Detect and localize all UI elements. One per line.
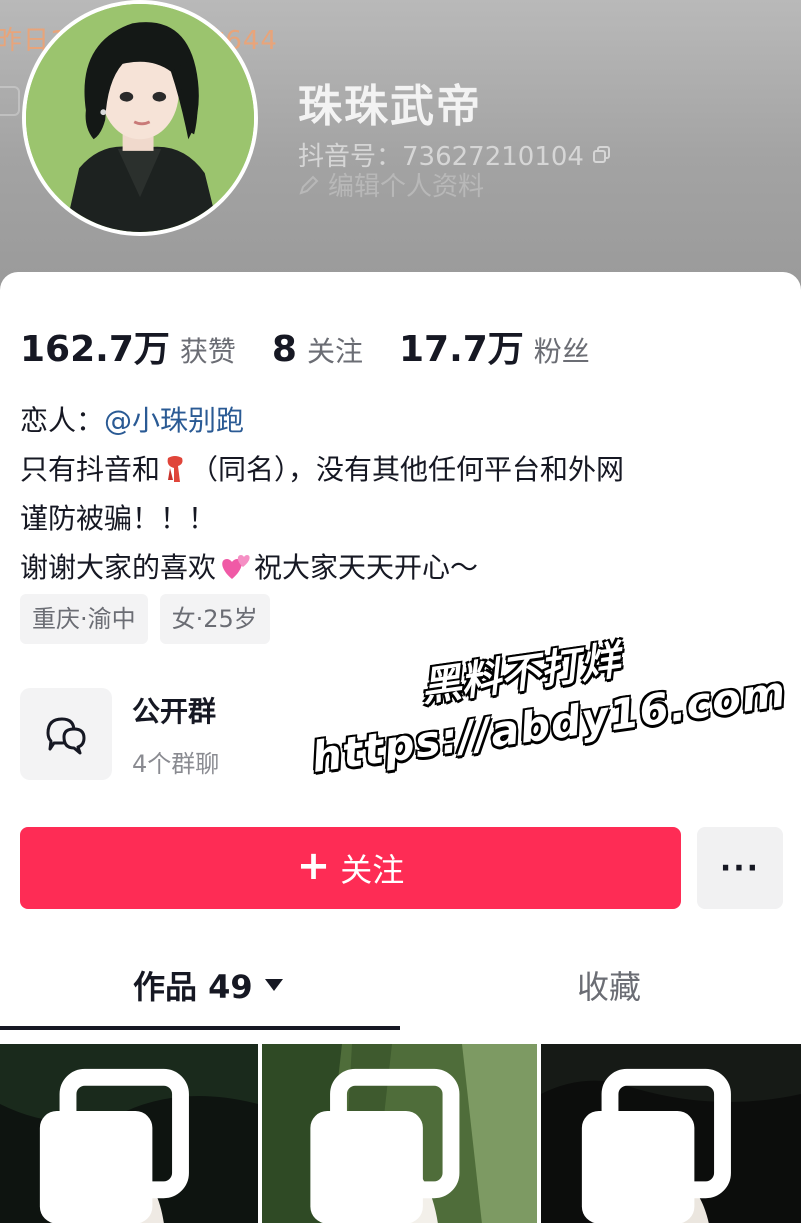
followers-count[interactable]: 17.7万 [399,320,524,372]
multi-image-icon [581,1068,731,1223]
tab-works[interactable]: 作品 49 [133,962,283,1008]
nickname: 珠珠武帝 [298,81,482,132]
plus-icon: + [296,843,331,889]
video-thumbnail[interactable] [262,1044,537,1223]
location-tag: 重庆·渝中 [20,594,148,644]
multi-image-icon [39,1068,189,1223]
bio-line-platform: 只有抖音和 （同名），没有其他任何平台和外网 [20,445,624,494]
partner-mention-link[interactable]: @小珠别跑 [104,404,244,437]
bio-platform-b: （同名），没有其他任何平台和外网 [190,453,625,486]
likes-label: 获赞 [179,335,236,368]
group-title: 公开群 [132,694,217,728]
profile-header: 昨日1万+，互动数644 [0,0,801,290]
bio-thanks-b: 祝大家天天开心～ [254,551,479,584]
multi-image-icon [310,1068,460,1223]
bio-platform-a: 只有抖音和 [20,453,161,486]
caret-down-icon[interactable] [264,979,283,991]
gender-age-tag: 女·25岁 [159,594,270,644]
bio-line-thanks: 谢谢大家的喜欢 祝大家天天开心～ [20,543,624,592]
bio-thanks-a: 谢谢大家的喜欢 [20,551,217,584]
more-options-button[interactable]: ··· [697,827,783,909]
chat-bubbles-icon [20,688,112,780]
bio: 恋人：@小珠别跑 只有抖音和 （同名），没有其他任何平台和外网 谨防被骗！！！ … [20,396,624,592]
copy-icon[interactable] [592,145,612,165]
bio-line-partner: 恋人：@小珠别跑 [20,396,624,445]
bio-line-warning: 谨防被骗！！！ [20,502,217,535]
video-thumbnail[interactable] [541,1044,801,1223]
video-thumbnail[interactable] [0,1044,258,1223]
watermark-overlay: 黑料不打烊 https://abdy16.com [300,608,790,830]
avatar-illustration [26,4,254,232]
two-hearts-icon [222,555,250,579]
active-tab-indicator [0,1026,400,1030]
tab-favorites[interactable]: 收藏 [577,962,641,1008]
profile-tags: 重庆·渝中 女·25岁 [20,594,270,644]
bio-partner-prefix: 恋人： [20,404,105,437]
header-side-icon[interactable] [0,86,20,116]
tab-works-label: 作品 49 [133,968,253,1006]
profile-page: 昨日1万+，互动数644 [0,0,801,1223]
follow-button[interactable]: + 关注 [20,827,681,909]
followers-label: 粉丝 [533,335,590,368]
edit-profile-link[interactable]: 编辑个人资料 [298,166,484,203]
following-count[interactable]: 8 [272,329,297,370]
ellipsis-icon: ··· [719,850,761,886]
pencil-icon [299,175,319,195]
public-group-entry[interactable]: 公开群 4个群聊 [20,688,219,780]
works-grid [0,1044,801,1223]
likes-count[interactable]: 162.7万 [20,320,170,372]
following-label: 关注 [306,335,363,368]
group-text: 公开群 4个群聊 [132,690,219,779]
red-scarf-icon [167,456,183,482]
edit-profile-label: 编辑个人资料 [328,172,485,202]
group-count: 4个群聊 [132,749,220,778]
stats-row: 162.7万 获赞 8 关注 17.7万 粉丝 [20,320,626,372]
follow-label: 关注 [340,851,405,889]
avatar[interactable] [22,0,258,236]
profile-card: 162.7万 获赞 8 关注 17.7万 粉丝 恋人：@小珠别跑 只有抖音和 （… [0,272,801,1223]
content-tabs: 作品 49 收藏 [0,962,801,1034]
